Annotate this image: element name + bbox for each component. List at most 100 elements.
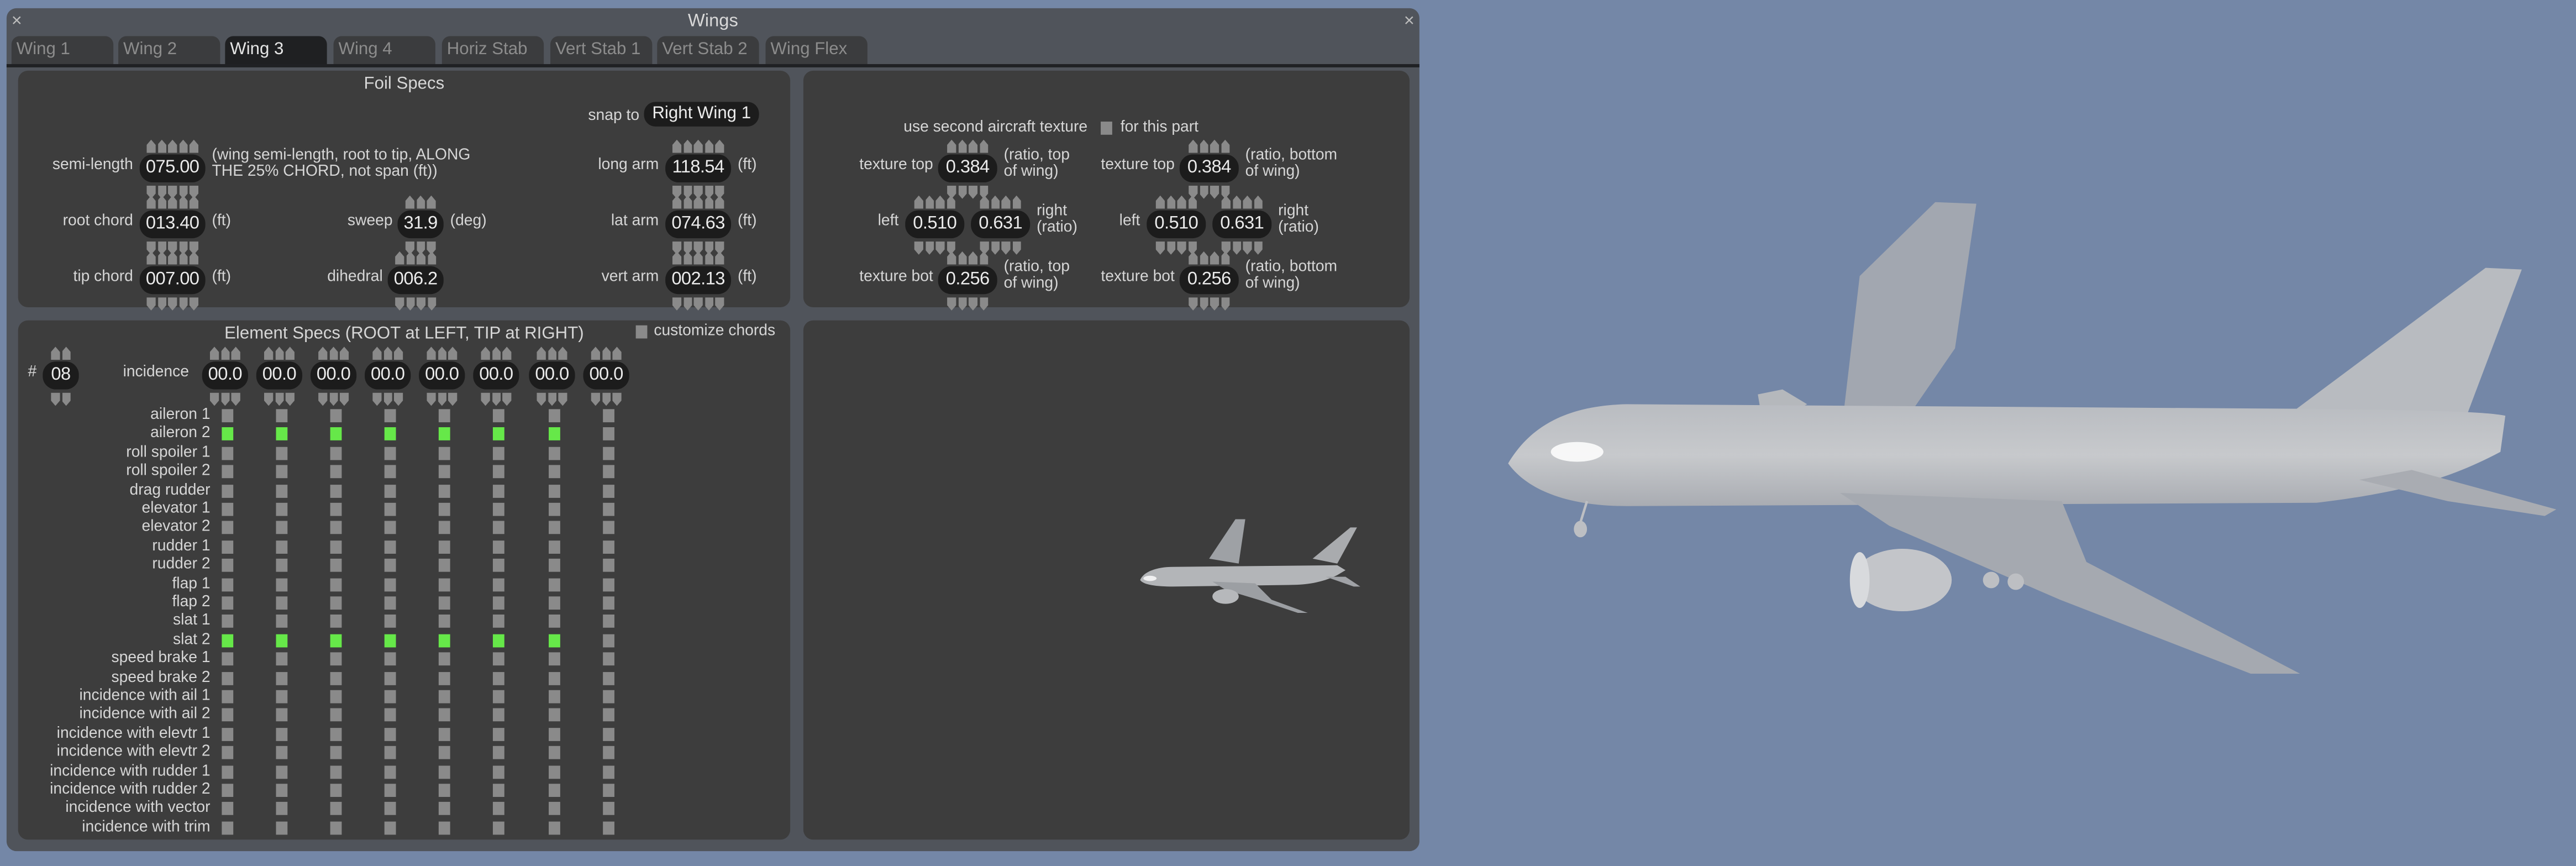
digit-up-arrow-icon[interactable] [168, 139, 177, 153]
digit-down-arrow-icon[interactable] [383, 392, 392, 406]
element-checkbox[interactable] [330, 559, 342, 573]
element-checkbox[interactable] [492, 428, 504, 441]
digit-up-arrow-icon[interactable] [383, 347, 392, 360]
element-count-spinner[interactable]: 08 [43, 347, 79, 406]
vert-arm-spinner[interactable]: 002.13 [665, 251, 732, 311]
element-checkbox[interactable] [603, 502, 614, 516]
element-checkbox[interactable] [222, 821, 234, 834]
incidence-spinner[interactable]: 00.0 [473, 347, 519, 406]
digit-up-arrow-icon[interactable] [672, 139, 682, 153]
element-checkbox[interactable] [438, 821, 450, 834]
digit-down-arrow-icon[interactable] [502, 392, 512, 406]
element-checkbox[interactable] [438, 559, 450, 573]
element-checkbox[interactable] [438, 746, 450, 760]
texture-bot-spinner[interactable]: 0.256 [938, 251, 997, 311]
element-checkbox[interactable] [330, 708, 342, 722]
sweep-field[interactable]: 31.9 [397, 210, 444, 239]
element-checkbox[interactable] [603, 708, 614, 722]
digit-up-arrow-icon[interactable] [406, 251, 415, 265]
digit-down-arrow-icon[interactable] [558, 392, 567, 406]
element-checkbox[interactable] [222, 484, 234, 497]
digit-down-arrow-icon[interactable] [591, 392, 600, 406]
digit-up-arrow-icon[interactable] [704, 139, 714, 153]
digit-down-arrow-icon[interactable] [979, 297, 989, 311]
digit-down-arrow-icon[interactable] [715, 297, 724, 311]
element-checkbox[interactable] [276, 447, 288, 460]
element-checkbox[interactable] [492, 465, 504, 479]
digit-up-arrow-icon[interactable] [958, 139, 967, 153]
element-checkbox[interactable] [222, 615, 234, 628]
element-checkbox[interactable] [603, 652, 614, 666]
element-checkbox[interactable] [222, 802, 234, 816]
element-checkbox[interactable] [330, 821, 342, 834]
digit-up-arrow-icon[interactable] [1189, 139, 1198, 153]
digit-up-arrow-icon[interactable] [537, 347, 546, 360]
element-checkbox[interactable] [492, 540, 504, 554]
digit-up-arrow-icon[interactable] [558, 347, 567, 360]
incidence-spinner[interactable]: 00.0 [419, 347, 465, 406]
digit-up-arrow-icon[interactable] [1221, 195, 1231, 209]
digit-down-arrow-icon[interactable] [1199, 297, 1208, 311]
element-checkbox[interactable] [549, 465, 560, 479]
digit-up-arrow-icon[interactable] [672, 195, 682, 209]
element-checkbox[interactable] [603, 727, 614, 741]
tab-horiz-stab[interactable]: Horiz Stab [441, 36, 544, 64]
element-checkbox[interactable] [330, 802, 342, 816]
digit-down-arrow-icon[interactable] [1001, 242, 1011, 255]
element-checkbox[interactable] [330, 409, 342, 423]
digit-down-arrow-icon[interactable] [612, 392, 622, 406]
incidence-field[interactable]: 00.0 [419, 361, 465, 390]
digit-up-arrow-icon[interactable] [693, 139, 703, 153]
digit-down-arrow-icon[interactable] [693, 297, 703, 311]
vert-arm-field[interactable]: 002.13 [665, 266, 732, 295]
element-checkbox[interactable] [222, 727, 234, 741]
element-checkbox[interactable] [549, 708, 560, 722]
tab-wing-4[interactable]: Wing 4 [333, 36, 435, 64]
texture-bot-bottom-spinner[interactable]: 0.256 [1179, 251, 1239, 311]
element-checkbox[interactable] [384, 671, 396, 685]
element-checkbox[interactable] [276, 784, 288, 797]
element-checkbox[interactable] [549, 802, 560, 816]
element-checkbox[interactable] [276, 615, 288, 628]
tip-chord-spinner[interactable]: 007.00 [139, 251, 206, 311]
tab-wing-2[interactable]: Wing 2 [118, 36, 220, 64]
element-checkbox[interactable] [276, 578, 288, 591]
digit-up-arrow-icon[interactable] [264, 347, 274, 360]
digit-up-arrow-icon[interactable] [427, 251, 437, 265]
element-checkbox[interactable] [276, 634, 288, 647]
digit-down-arrow-icon[interactable] [1012, 242, 1021, 255]
element-checkbox[interactable] [492, 802, 504, 816]
incidence-spinner[interactable]: 00.0 [365, 347, 411, 406]
element-checkbox[interactable] [549, 428, 560, 441]
element-checkbox[interactable] [549, 690, 560, 704]
digit-down-arrow-icon[interactable] [704, 297, 714, 311]
element-checkbox[interactable] [438, 802, 450, 816]
element-checkbox[interactable] [384, 465, 396, 479]
texture-top-field[interactable]: 0.384 [938, 154, 997, 183]
digit-down-arrow-icon[interactable] [1166, 242, 1176, 255]
element-checkbox[interactable] [384, 559, 396, 573]
element-checkbox[interactable] [549, 746, 560, 760]
digit-up-arrow-icon[interactable] [947, 139, 956, 153]
element-checkbox[interactable] [438, 615, 450, 628]
digit-up-arrow-icon[interactable] [591, 347, 600, 360]
element-checkbox[interactable] [330, 540, 342, 554]
element-checkbox[interactable] [276, 409, 288, 423]
element-checkbox[interactable] [384, 746, 396, 760]
element-checkbox[interactable] [330, 484, 342, 497]
incidence-field[interactable]: 00.0 [256, 361, 303, 390]
incidence-spinner[interactable]: 00.0 [583, 347, 629, 406]
digit-up-arrow-icon[interactable] [1199, 139, 1208, 153]
element-checkbox[interactable] [549, 502, 560, 516]
digit-down-arrow-icon[interactable] [1210, 297, 1219, 311]
element-checkbox[interactable] [222, 746, 234, 760]
element-checkbox[interactable] [492, 690, 504, 704]
element-checkbox[interactable] [549, 652, 560, 666]
element-checkbox[interactable] [330, 521, 342, 535]
digit-up-arrow-icon[interactable] [693, 195, 703, 209]
element-checkbox[interactable] [222, 784, 234, 797]
element-checkbox[interactable] [222, 596, 234, 610]
dihedral-field[interactable]: 006.2 [387, 266, 444, 295]
element-checkbox[interactable] [330, 652, 342, 666]
digit-up-arrow-icon[interactable] [189, 251, 199, 265]
